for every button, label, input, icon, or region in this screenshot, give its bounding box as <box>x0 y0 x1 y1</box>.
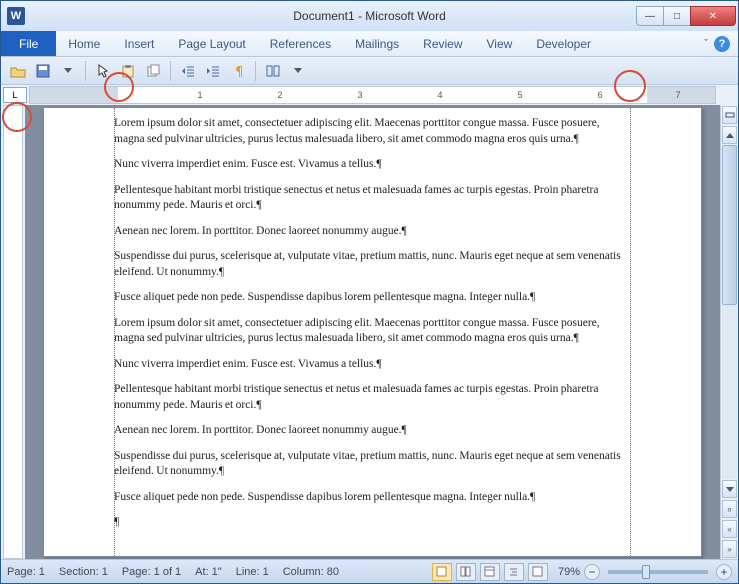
scroll-down-button[interactable] <box>722 480 737 498</box>
toolbar-dropdown-icon[interactable] <box>287 60 309 82</box>
status-bar: Page: 1 Section: 1 Page: 1 of 1 At: 1" L… <box>1 559 738 583</box>
word-app-icon: W <box>7 7 25 25</box>
close-button[interactable]: ✕ <box>690 6 736 26</box>
dropdown-icon[interactable] <box>57 60 79 82</box>
tab-mailings[interactable]: Mailings <box>343 31 411 56</box>
prev-page-button[interactable]: « <box>722 520 737 538</box>
vertical-ruler[interactable] <box>3 105 23 559</box>
para[interactable]: Suspendisse dui purus, scelerisque at, v… <box>114 449 631 480</box>
ruler-toggle-icon[interactable] <box>722 106 737 124</box>
scroll-track[interactable] <box>722 145 737 479</box>
para[interactable]: Nunc viverra imperdiet enim. Fusce est. … <box>114 157 631 173</box>
indent-increase-icon[interactable] <box>202 60 224 82</box>
tab-developer[interactable]: Developer <box>524 31 603 56</box>
paragraph-marks-icon[interactable] <box>227 60 249 82</box>
copy-icon[interactable] <box>142 60 164 82</box>
ribbon-minimize-icon[interactable]: ˇ <box>704 38 708 50</box>
vertical-scrollbar: ∘ « » <box>720 105 738 559</box>
tab-view[interactable]: View <box>475 31 525 56</box>
para[interactable]: Pellentesque habitant morbi tristique se… <box>114 382 631 413</box>
view-outline-icon[interactable] <box>504 563 524 581</box>
status-section[interactable]: Section: 1 <box>59 566 108 578</box>
next-page-button[interactable]: » <box>722 540 737 558</box>
para[interactable]: ¶ <box>114 515 631 531</box>
indent-decrease-icon[interactable] <box>177 60 199 82</box>
para[interactable]: Nunc viverra imperdiet enim. Fusce est. … <box>114 357 631 373</box>
view-draft-icon[interactable] <box>528 563 548 581</box>
tab-selector[interactable]: L <box>3 87 27 103</box>
status-column[interactable]: Column: 80 <box>283 566 339 578</box>
zoom-slider[interactable] <box>608 570 708 574</box>
select-objects-icon[interactable] <box>92 60 114 82</box>
open-icon[interactable] <box>7 60 29 82</box>
quick-access-toolbar <box>1 57 738 85</box>
tab-references[interactable]: References <box>258 31 343 56</box>
zoom-level[interactable]: 79% <box>558 566 580 578</box>
help-icon[interactable]: ? <box>714 36 730 52</box>
columns-icon[interactable] <box>262 60 284 82</box>
save-icon[interactable] <box>32 60 54 82</box>
para[interactable]: Lorem ipsum dolor sit amet, consectetuer… <box>114 116 631 147</box>
zoom-out-button[interactable]: − <box>584 564 600 580</box>
para[interactable]: Suspendisse dui purus, scelerisque at, v… <box>114 249 631 280</box>
zoom-thumb[interactable] <box>642 565 650 579</box>
paste-icon[interactable] <box>117 60 139 82</box>
horizontal-ruler[interactable]: 1 2 3 4 5 6 7 <box>29 86 716 104</box>
tab-insert[interactable]: Insert <box>112 31 166 56</box>
para[interactable]: Aenean nec lorem. In porttitor. Donec la… <box>114 224 631 240</box>
tab-review[interactable]: Review <box>411 31 474 56</box>
view-web-layout-icon[interactable] <box>480 563 500 581</box>
scroll-up-button[interactable] <box>722 126 737 144</box>
tab-page-layout[interactable]: Page Layout <box>166 31 257 56</box>
para[interactable]: Fusce aliquet pede non pede. Suspendisse… <box>114 290 631 306</box>
ruler-row: L 1 2 3 4 5 6 7 <box>1 85 738 105</box>
para[interactable]: Fusce aliquet pede non pede. Suspendisse… <box>114 490 631 506</box>
app-window: W Document1 - Microsoft Word — □ ✕ File … <box>0 0 739 584</box>
ribbon-tabs: File Home Insert Page Layout References … <box>1 31 738 57</box>
view-print-layout-icon[interactable] <box>432 563 452 581</box>
file-tab[interactable]: File <box>1 31 56 56</box>
status-at[interactable]: At: 1" <box>195 566 222 578</box>
maximize-button[interactable]: □ <box>663 6 691 26</box>
vertical-ruler-column <box>1 105 25 559</box>
status-page[interactable]: Page: 1 <box>7 566 45 578</box>
view-full-screen-icon[interactable] <box>456 563 476 581</box>
status-line[interactable]: Line: 1 <box>236 566 269 578</box>
document-page[interactable]: Lorem ipsum dolor sit amet, consectetuer… <box>43 107 702 557</box>
minimize-button[interactable]: — <box>636 6 664 26</box>
work-area: Lorem ipsum dolor sit amet, consectetuer… <box>1 105 738 559</box>
para[interactable]: Aenean nec lorem. In porttitor. Donec la… <box>114 423 631 439</box>
document-area: Lorem ipsum dolor sit amet, consectetuer… <box>25 105 720 559</box>
para[interactable]: Pellentesque habitant morbi tristique se… <box>114 183 631 214</box>
window-title: Document1 - Microsoft Word <box>1 9 738 23</box>
scroll-thumb[interactable] <box>722 145 737 305</box>
para[interactable]: Lorem ipsum dolor sit amet, consectetuer… <box>114 316 631 347</box>
status-page-of[interactable]: Page: 1 of 1 <box>122 566 181 578</box>
browse-object-icon[interactable]: ∘ <box>722 500 737 518</box>
zoom-in-button[interactable]: + <box>716 564 732 580</box>
tab-home[interactable]: Home <box>56 31 112 56</box>
title-bar[interactable]: W Document1 - Microsoft Word — □ ✕ <box>1 1 738 31</box>
